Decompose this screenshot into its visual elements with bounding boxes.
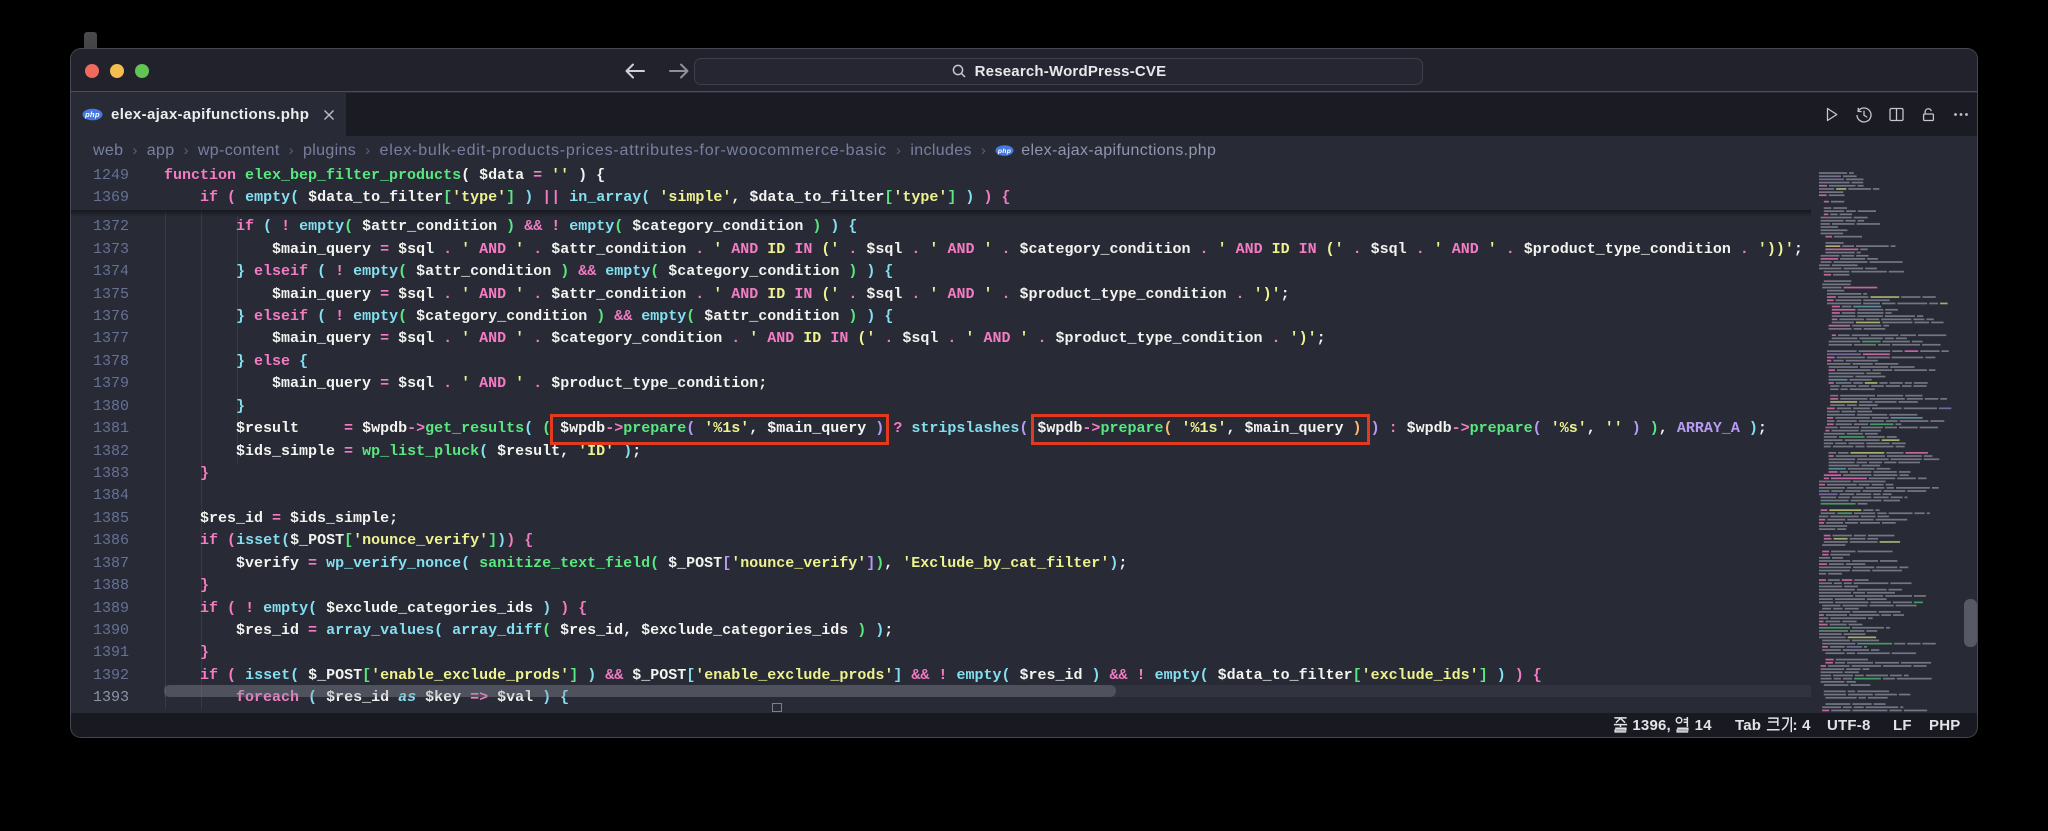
svg-text:php: php xyxy=(84,110,100,119)
svg-text:php: php xyxy=(997,148,1011,155)
